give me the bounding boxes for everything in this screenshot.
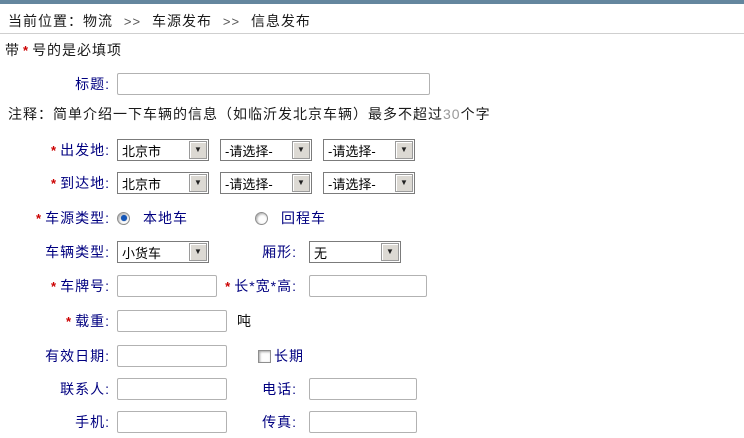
valid-date-input[interactable]: [117, 345, 227, 367]
departure-city-select[interactable]: -请选择- ▼: [220, 139, 312, 161]
departure-label: * 出发地:: [0, 140, 117, 160]
valid-date-label: 有效日期:: [45, 348, 110, 364]
load-label: * 载重:: [0, 311, 117, 331]
radio-local-vehicle[interactable]: [117, 211, 130, 225]
long-term-checkbox[interactable]: [258, 349, 271, 363]
mobile-label: 手机:: [75, 414, 110, 430]
arrival-district-select[interactable]: -请选择- ▼: [323, 172, 415, 194]
arrival-row: * 到达地: 北京市 ▼ -请选择- ▼ -请选择- ▼: [0, 171, 744, 195]
plate-row: * 车牌号: * 长*宽*高:: [0, 274, 744, 298]
dropdown-arrow-icon: ▼: [395, 141, 413, 159]
fax-label: 传真:: [262, 414, 297, 430]
required-asterisk: *: [66, 314, 73, 329]
dropdown-arrow-icon: ▼: [292, 141, 310, 159]
radio-return-vehicle[interactable]: [255, 211, 268, 225]
valid-date-row: 有效日期: 长期: [0, 344, 744, 368]
dropdown-arrow-icon: ▼: [395, 174, 413, 192]
arrival-province-select[interactable]: 北京市 ▼: [117, 172, 209, 194]
phone-input[interactable]: [309, 378, 417, 400]
title-input[interactable]: [117, 73, 430, 95]
radio-return-vehicle-label: 回程车: [281, 210, 326, 226]
required-asterisk: *: [51, 143, 58, 158]
vehicle-type-label: 车辆类型:: [45, 244, 110, 260]
contact-label: 联系人:: [60, 381, 110, 397]
vehicle-info-form: 标题: 注释： 简单介绍一下车辆的信息（如临沂发北京车辆）最多不超过 30 个字 * 出…: [0, 0, 744, 438]
long-term-label: 长期: [274, 348, 304, 364]
load-unit-label: 吨: [237, 313, 252, 329]
box-shape-select[interactable]: 无 ▼: [309, 241, 401, 263]
source-type-row: * 车源类型: 本地车 回程车: [0, 206, 744, 230]
arrival-city-select[interactable]: -请选择- ▼: [220, 172, 312, 194]
dropdown-arrow-icon: ▼: [189, 141, 207, 159]
title-label: 标题:: [75, 76, 110, 92]
departure-district-select[interactable]: -请选择- ▼: [323, 139, 415, 161]
dropdown-arrow-icon: ▼: [189, 174, 207, 192]
dropdown-arrow-icon: ▼: [292, 174, 310, 192]
phone-label: 电话:: [262, 381, 297, 397]
departure-row: * 出发地: 北京市 ▼ -请选择- ▼ -请选择- ▼: [0, 138, 744, 162]
arrival-label: * 到达地:: [0, 173, 117, 193]
dimensions-input[interactable]: [309, 275, 427, 297]
contact-row: 联系人: 电话:: [0, 377, 744, 401]
required-asterisk: *: [225, 278, 232, 294]
vehicle-type-row: 车辆类型: 小货车 ▼ 厢形: 无 ▼: [0, 240, 744, 264]
load-row: * 载重: 吨: [0, 309, 744, 333]
departure-province-select[interactable]: 北京市 ▼: [117, 139, 209, 161]
note-suffix: 个字: [460, 106, 491, 122]
mobile-row: 手机: 传真:: [0, 410, 744, 434]
required-asterisk: *: [51, 176, 58, 191]
dimensions-label: * 长*宽*高:: [180, 274, 303, 299]
note-row: 注释： 简单介绍一下车辆的信息（如临沂发北京车辆）最多不超过 30 个字: [0, 102, 744, 126]
plate-label: * 车牌号:: [0, 276, 117, 296]
load-input[interactable]: [117, 310, 227, 332]
fax-input[interactable]: [309, 411, 417, 433]
title-row: 标题:: [0, 72, 744, 96]
required-asterisk: *: [36, 211, 43, 226]
radio-local-vehicle-label: 本地车: [143, 210, 188, 226]
dropdown-arrow-icon: ▼: [381, 243, 399, 261]
source-type-label: * 车源类型:: [0, 208, 117, 228]
box-shape-label: 厢形:: [262, 244, 297, 260]
note-text: 简单介绍一下车辆的信息（如临沂发北京车辆）最多不超过: [53, 106, 443, 122]
note-prefix: 注释：: [8, 106, 53, 122]
note-max-count: 30: [443, 106, 461, 122]
required-asterisk: *: [51, 279, 58, 294]
